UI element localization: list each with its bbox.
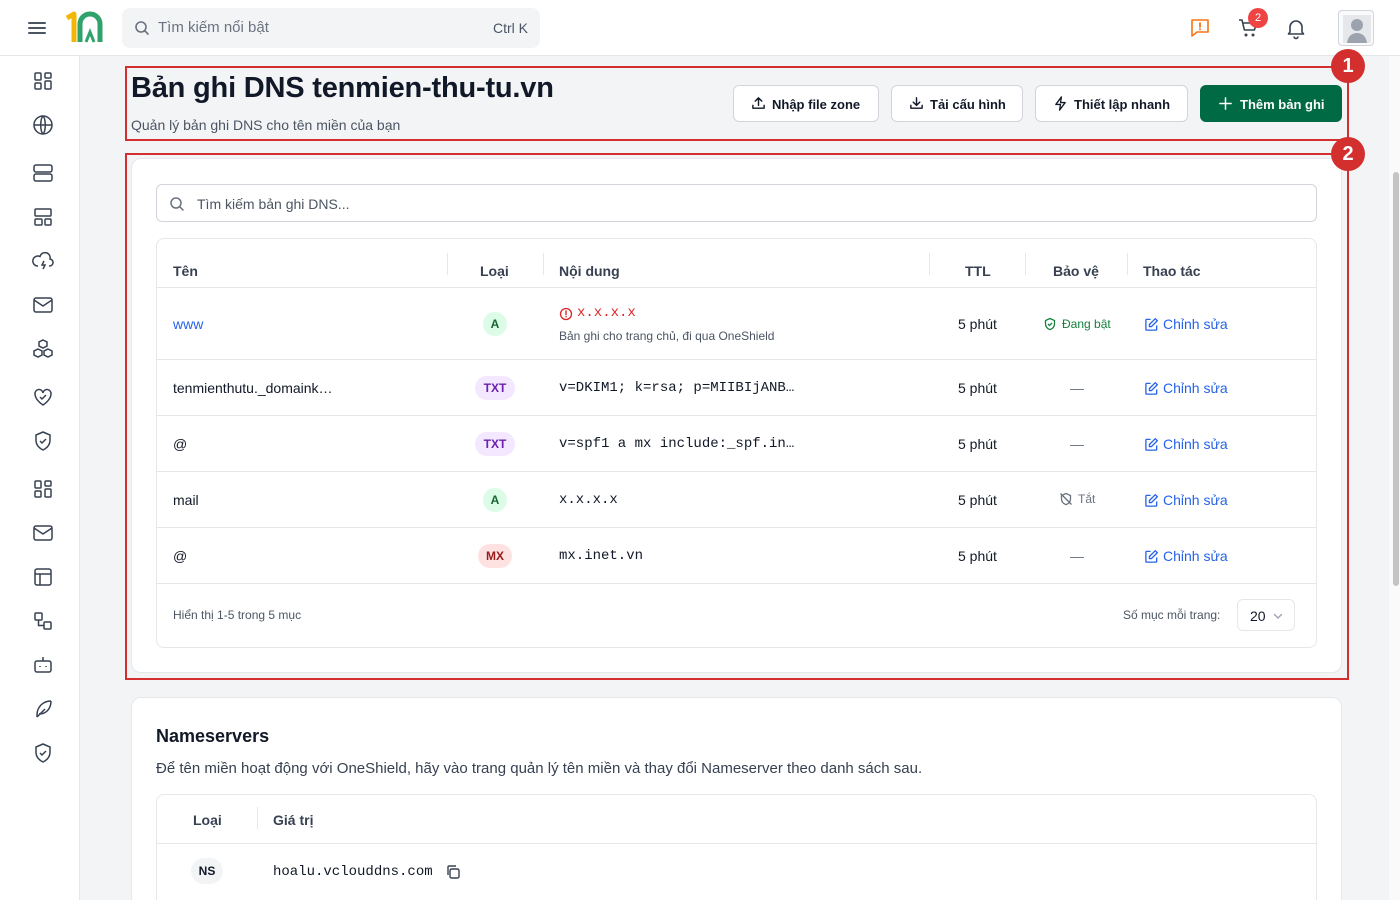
ns-col-value-header: Giá trị [273, 812, 314, 828]
layout-icon[interactable] [31, 205, 55, 229]
cart-count-badge: 2 [1248, 8, 1268, 28]
server-icon[interactable] [31, 161, 55, 185]
logo[interactable] [64, 10, 104, 46]
nameservers-table: Loại Giá trị NS hoalu.vclouddns.com [156, 794, 1317, 900]
nameservers-title: Nameservers [156, 726, 270, 746]
feedback-icon[interactable] [1188, 16, 1212, 40]
panel-icon[interactable] [31, 565, 55, 589]
shield-check-icon[interactable] [31, 429, 55, 453]
bell-icon[interactable] [1284, 16, 1308, 40]
avatar[interactable] [1338, 10, 1374, 46]
heart-handshake-icon[interactable] [31, 385, 55, 409]
ns-type-badge: NS [191, 858, 223, 884]
bot-icon[interactable] [31, 653, 55, 677]
annotation-box-1 [125, 66, 1349, 141]
table-row: NS hoalu.vclouddns.com [157, 843, 1316, 900]
ns-col-type-header: Loại [193, 812, 222, 828]
scrollbar-thumb[interactable] [1393, 172, 1399, 586]
feather-icon[interactable] [31, 697, 55, 721]
shield-check-icon[interactable] [31, 741, 55, 765]
copy-icon[interactable] [445, 864, 461, 880]
global-search-placeholder: Tìm kiếm nổi bật [158, 19, 269, 36]
globe-icon[interactable] [31, 113, 55, 137]
boxes-icon[interactable] [31, 337, 55, 361]
top-bar: Tìm kiếm nổi bật Ctrl K 2 [0, 0, 1400, 56]
search-icon [135, 21, 149, 35]
ns-value: hoalu.vclouddns.com [273, 864, 433, 880]
sidebar [0, 56, 80, 900]
menu-icon[interactable] [26, 17, 48, 39]
dashboard-icon[interactable] [31, 69, 55, 93]
mail-icon[interactable] [31, 521, 55, 545]
dashboard-icon[interactable] [31, 477, 55, 501]
annotation-number-1: 1 [1331, 49, 1365, 83]
cloud-lightning-icon[interactable] [31, 249, 55, 273]
nameservers-description: Để tên miền hoạt động với OneShield, hãy… [156, 760, 923, 777]
annotation-number-2: 2 [1331, 137, 1365, 171]
annotation-box-2 [125, 153, 1349, 680]
search-shortcut: Ctrl K [493, 20, 528, 36]
workflow-icon[interactable] [31, 609, 55, 633]
mail-icon[interactable] [31, 293, 55, 317]
global-search[interactable]: Tìm kiếm nổi bật Ctrl K [122, 8, 540, 48]
